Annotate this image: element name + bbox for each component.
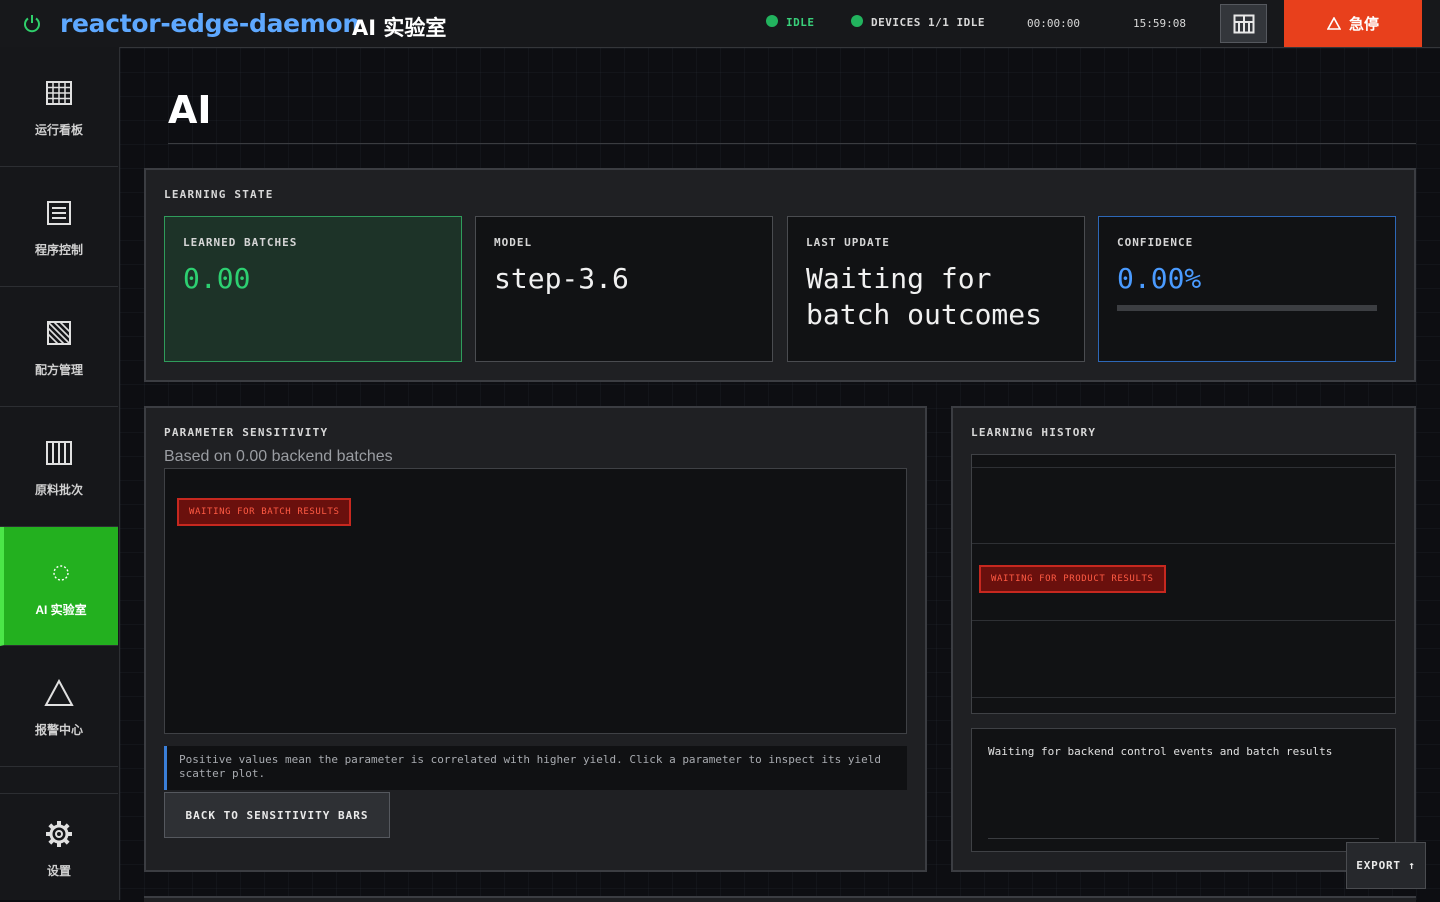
log-message: Waiting for backend control events and b… [988,745,1333,758]
alarm-triangle-icon [44,679,74,706]
sidebar-item-ai-lab[interactable]: AI 实验室 [0,527,118,646]
card-label: LEARNED BATCHES [183,236,298,249]
card-value: 0.00 [183,262,251,295]
learning-state-panel: LEARNING STATE LEARNED BATCHES 0.00 MODE… [144,168,1416,382]
panel-subtitle: Based on 0.00 backend batches [164,448,393,465]
app-name: reactor-edge-daemon [60,9,360,38]
sidebar-item-dashboard[interactable]: 运行看板 [0,47,118,167]
system-status-text: IDLE [786,16,815,29]
back-to-bars-button[interactable]: BACK TO SENSITIVITY BARS [164,792,390,838]
sidebar-item-label: 运行看板 [34,123,83,137]
layout-grid-icon [1233,14,1254,33]
learned-batches-card: LEARNED BATCHES 0.00 [164,216,462,362]
next-panel-edge [144,896,1416,902]
clock: 15:59:08 [1133,17,1186,30]
card-label: LAST UPDATE [806,236,890,249]
emergency-stop-label: 急停 [1348,15,1379,33]
learning-history-panel: LEARNING HISTORY WAITING FOR PRODUCT RES… [951,406,1416,872]
sidebar-item-settings[interactable]: 设置 [0,793,118,901]
top-bar: reactor-edge-daemon AI 实验室 IDLE DEVICES … [0,0,1440,48]
export-button[interactable]: EXPORT ↑ [1346,842,1426,889]
sidebar-item-label: 程序控制 [34,243,83,257]
title-divider [168,143,1416,144]
panel-title: PARAMETER SENSITIVITY [164,426,329,439]
devices-status-text: DEVICES 1/1 IDLE [871,16,985,29]
panel-title: LEARNING STATE [164,188,274,201]
sidebar-item-program[interactable]: 程序控制 [0,167,118,287]
waiting-badge: WAITING FOR PRODUCT RESULTS [979,565,1166,593]
card-label: CONFIDENCE [1117,236,1194,249]
emergency-stop-button[interactable]: 急停 [1284,0,1422,47]
sidebar-item-batches[interactable]: 原料批次 [0,407,118,527]
page-label: AI 实验室 [352,16,447,40]
confidence-bar [1117,305,1377,311]
card-label: MODEL [494,236,533,249]
devices-status: DEVICES 1/1 IDLE [851,15,985,29]
layout-toggle-button[interactable] [1220,4,1267,43]
event-log: Waiting for backend control events and b… [971,728,1396,852]
sidebar-settings-label: 设置 [46,864,71,878]
main-content: AI LEARNING STATE LEARNED BATCHES 0.00 M… [120,48,1440,902]
sidebar-item-label: 报警中心 [34,723,83,737]
status-dot-icon [766,15,778,27]
batch-bars-icon [46,441,72,465]
page-title: AI [168,88,212,132]
sensitivity-plot[interactable]: WAITING FOR BATCH RESULTS [164,468,907,734]
grid-line [972,620,1395,621]
gear-icon [46,821,72,847]
panel-title: LEARNING HISTORY [971,426,1097,439]
card-value: 0.00% [1117,262,1202,295]
grid-line [972,467,1395,468]
sidebar-item-alarms[interactable]: 报警中心 [0,647,118,767]
dashboard-grid-icon [46,81,72,105]
power-icon [24,15,40,33]
run-timer: 00:00:00 [1027,17,1080,30]
sidebar-item-label: 原料批次 [34,483,83,497]
log-divider [988,838,1379,839]
last-update-card: LAST UPDATE Waiting for batch outcomes [787,216,1085,362]
grid-line [972,697,1395,698]
system-status: IDLE [766,15,815,29]
ai-spinner-icon [53,564,69,581]
sensitivity-hint: Positive values mean the parameter is co… [164,746,907,790]
devices-dot-icon [851,15,863,27]
sidebar: 运行看板 程序控制 配方管理 原料批次 AI 实验室 报警中心 设置 [0,47,120,900]
history-chart: WAITING FOR PRODUCT RESULTS [971,454,1396,714]
grid-line [972,543,1395,544]
warning-icon [1326,17,1341,30]
sidebar-item-label: AI 实验室 [35,602,87,617]
recipe-hatch-icon [47,321,71,345]
confidence-card: CONFIDENCE 0.00% [1098,216,1396,362]
sidebar-item-recipe[interactable]: 配方管理 [0,287,118,407]
card-value: step-3.6 [494,262,629,295]
program-list-icon [47,201,71,225]
model-card: MODEL step-3.6 [475,216,773,362]
sidebar-item-label: 配方管理 [34,363,83,377]
parameter-sensitivity-panel: PARAMETER SENSITIVITY Based on 0.00 back… [144,406,927,872]
waiting-badge: WAITING FOR BATCH RESULTS [177,498,352,526]
card-value: Waiting for batch outcomes [806,262,1043,331]
